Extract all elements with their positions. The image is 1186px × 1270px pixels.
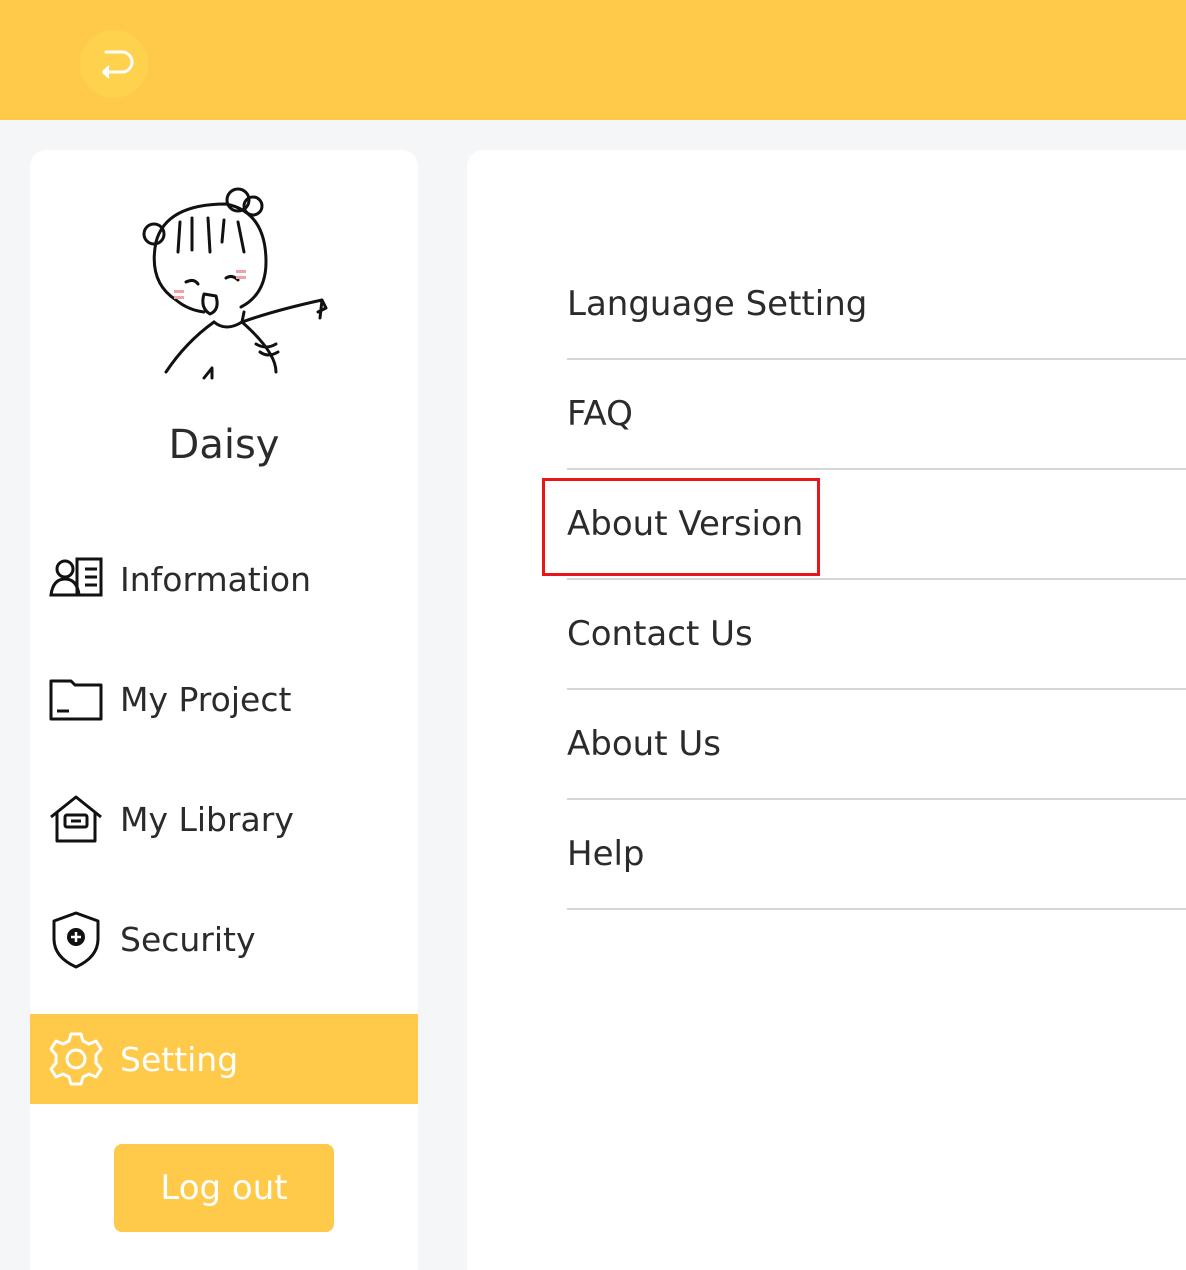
house-icon bbox=[46, 789, 106, 849]
menu-item-about-us[interactable]: About Us bbox=[567, 690, 1186, 800]
avatar[interactable] bbox=[126, 182, 336, 387]
menu-item-label: Contact Us bbox=[567, 614, 753, 654]
menu-item-help[interactable]: Help bbox=[567, 800, 1186, 910]
top-bar bbox=[0, 0, 1186, 120]
menu-item-about-version[interactable]: About Version bbox=[567, 470, 1186, 580]
settings-panel: Language Setting FAQ About Version Conta… bbox=[467, 150, 1186, 1270]
sidebar-item-label: Setting bbox=[120, 1039, 239, 1079]
profile-sidebar: Daisy Information My Project My Library … bbox=[30, 150, 418, 1270]
logout-button[interactable]: Log out bbox=[114, 1144, 334, 1232]
sidebar-item-security[interactable]: Security bbox=[30, 894, 418, 984]
shield-plus-icon bbox=[46, 909, 106, 969]
sidebar-item-my-library[interactable]: My Library bbox=[30, 774, 418, 864]
menu-item-label: FAQ bbox=[567, 394, 633, 434]
sidebar-item-my-project[interactable]: My Project bbox=[30, 654, 418, 744]
contact-card-icon bbox=[46, 549, 106, 609]
menu-item-label: Help bbox=[567, 834, 645, 874]
back-button[interactable] bbox=[80, 30, 148, 98]
menu-item-faq[interactable]: FAQ bbox=[567, 360, 1186, 470]
menu-item-label: Language Setting bbox=[567, 284, 868, 324]
sidebar-item-label: My Library bbox=[120, 799, 294, 839]
menu-item-label: About Us bbox=[567, 724, 721, 764]
return-arrow-icon bbox=[102, 50, 134, 79]
menu-item-label: About Version bbox=[567, 504, 804, 544]
sidebar-item-label: Security bbox=[120, 919, 256, 959]
sidebar-item-setting[interactable]: Setting bbox=[30, 1014, 418, 1104]
sidebar-item-information[interactable]: Information bbox=[30, 534, 418, 624]
menu-item-contact-us[interactable]: Contact Us bbox=[567, 580, 1186, 690]
sidebar-item-label: My Project bbox=[120, 679, 292, 719]
gear-icon bbox=[46, 1029, 106, 1089]
folder-icon bbox=[46, 669, 106, 729]
username: Daisy bbox=[168, 422, 280, 468]
menu-item-language-setting[interactable]: Language Setting bbox=[567, 250, 1186, 360]
sidebar-item-label: Information bbox=[120, 559, 312, 599]
